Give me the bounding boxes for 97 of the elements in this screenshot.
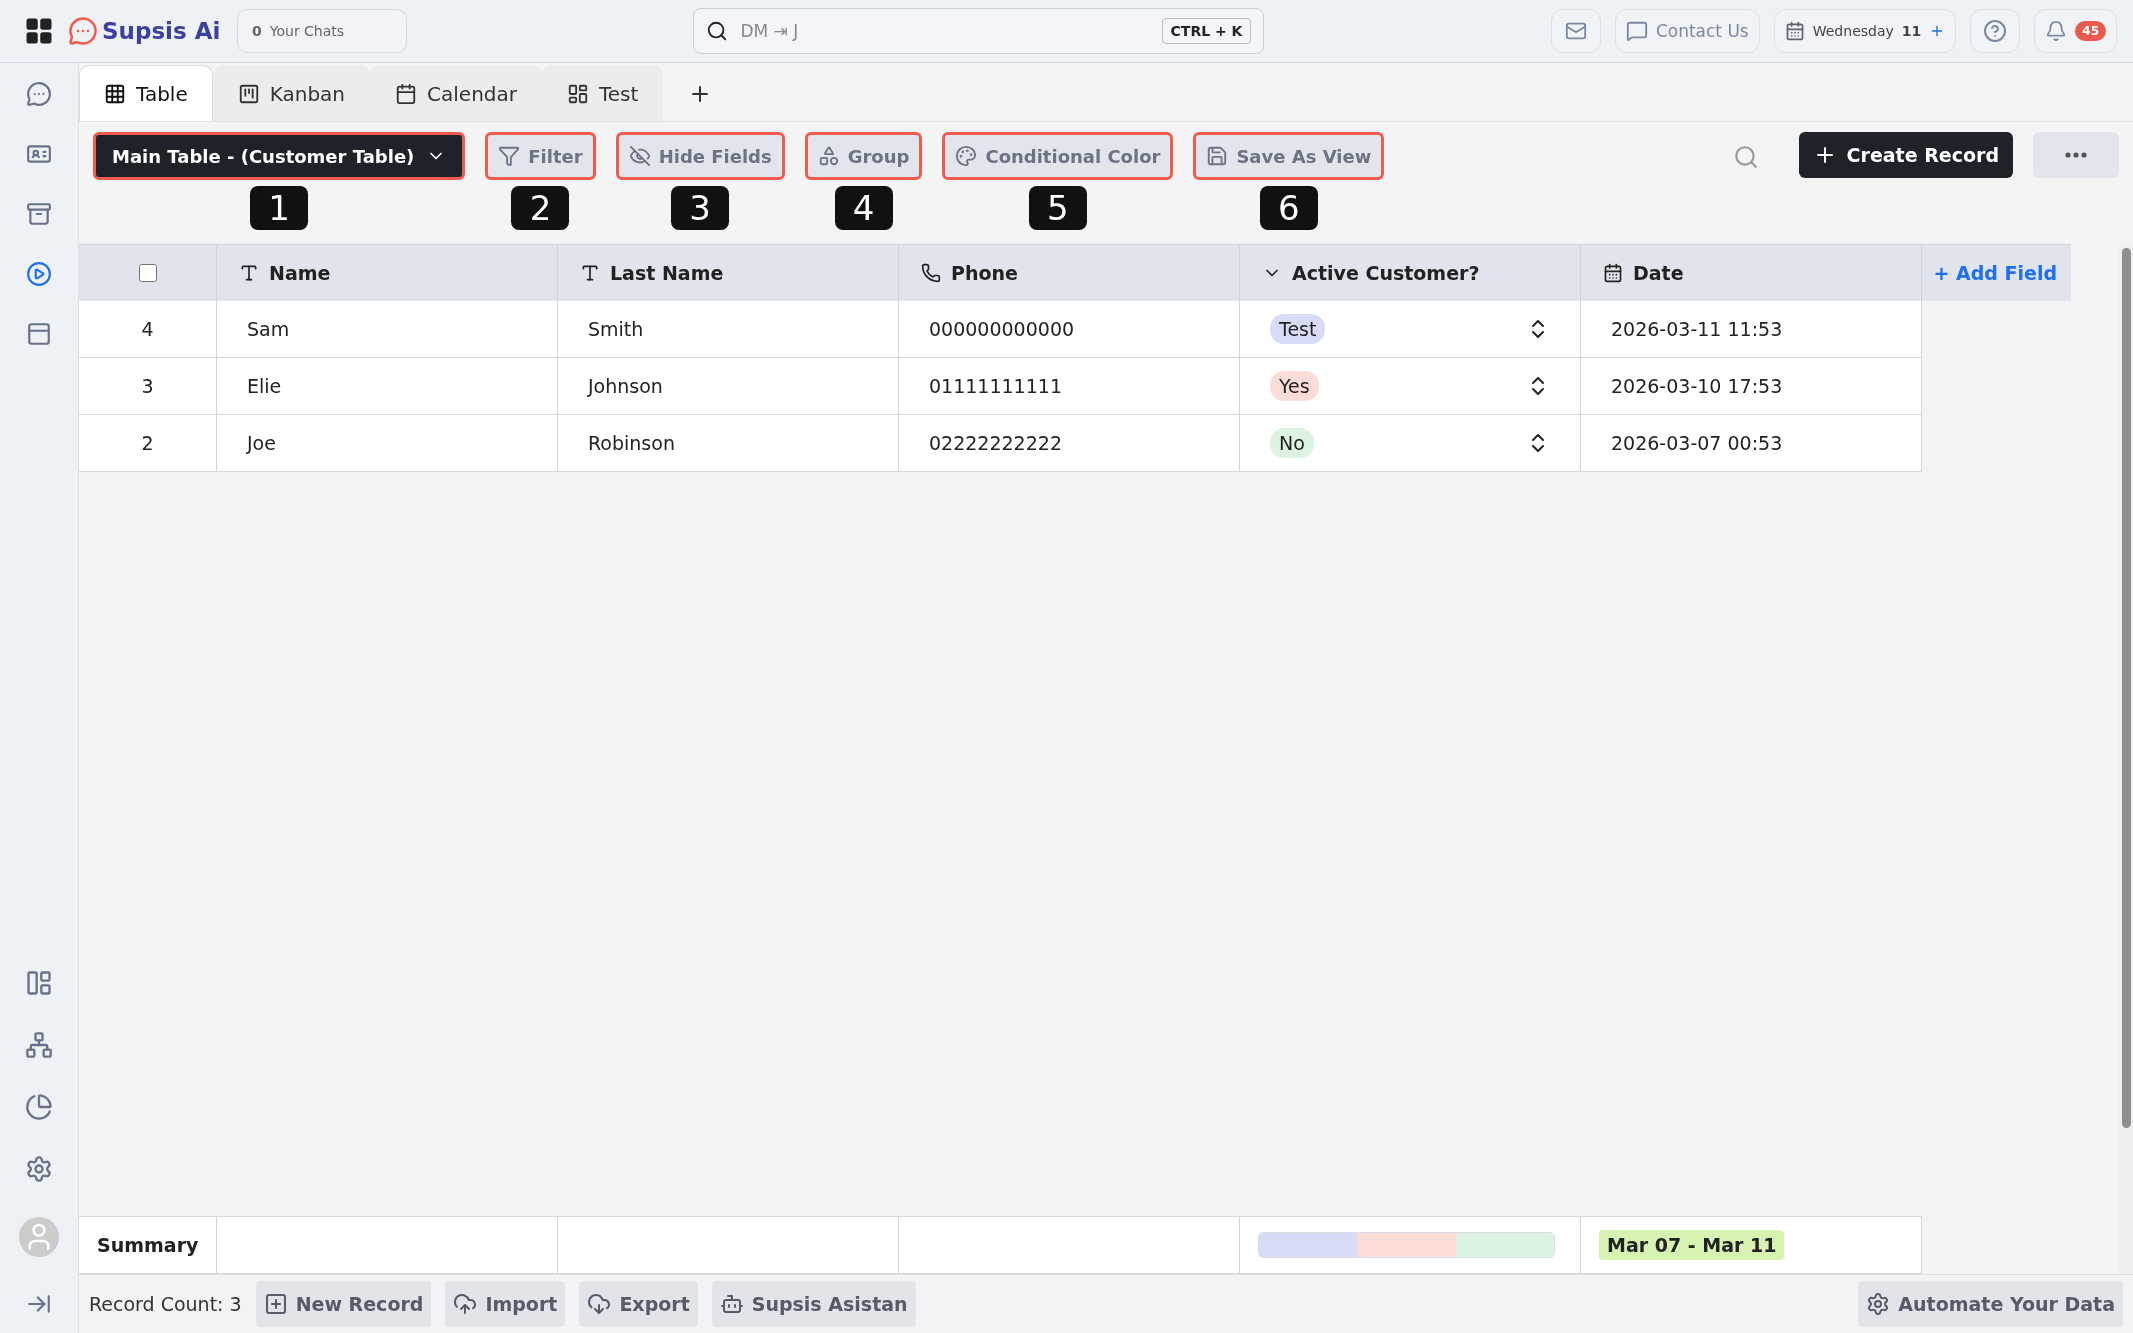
table-cell: Smith — [558, 301, 899, 358]
view-tab[interactable]: Test — [542, 65, 664, 121]
toolbar-button[interactable]: Group — [804, 132, 923, 180]
window-icon[interactable] — [26, 321, 52, 347]
grid-icon — [104, 82, 126, 105]
table-cell: 2026-03-11 11:53 — [1581, 301, 1922, 358]
column-header[interactable]: Name — [217, 244, 558, 301]
view-tab[interactable]: Table — [79, 65, 213, 121]
table-cell: Elie — [217, 358, 558, 415]
table-cell: Sam — [217, 301, 558, 358]
calendar-button[interactable]: Wednesday 11 — [1773, 9, 1957, 53]
date-range: Mar 07 - Mar 11 — [1599, 1230, 1785, 1260]
view-tab[interactable]: Kanban — [212, 65, 371, 121]
notifications-button[interactable]: 45 — [2034, 9, 2117, 53]
step-number: 4 — [834, 186, 893, 230]
view-selector[interactable]: Main Table - (Customer Table) — [93, 132, 466, 180]
footer-button[interactable]: Export — [579, 1281, 698, 1327]
phone-icon — [921, 263, 941, 283]
save-icon — [1206, 145, 1229, 167]
notification-count: 45 — [2075, 21, 2106, 41]
calendar-icon — [1603, 263, 1623, 283]
column-header[interactable]: Phone — [899, 244, 1240, 301]
status-tag: Yes — [1270, 371, 1319, 401]
dashboard-icon — [567, 82, 589, 105]
chat-bubble-icon — [1625, 20, 1648, 42]
column-header[interactable]: Active Customer? — [1240, 244, 1581, 301]
create-record-button[interactable]: Create Record — [1798, 132, 2013, 178]
step-number: 2 — [511, 186, 570, 230]
status-tag: Test — [1270, 314, 1326, 344]
toolbar-button[interactable]: Hide Fields — [615, 132, 785, 180]
play-icon[interactable] — [26, 261, 52, 287]
search-input[interactable]: DM ⇥ J — [738, 20, 1152, 42]
shapes-icon — [817, 145, 840, 167]
column-header[interactable]: Last Name — [558, 244, 899, 301]
search-icon — [706, 20, 729, 42]
text-icon — [239, 263, 259, 283]
kanban-icon — [237, 82, 260, 105]
filter-icon — [498, 145, 521, 167]
table-cell: 2026-03-10 17:53 — [1581, 358, 1922, 415]
help-icon — [1983, 19, 2008, 43]
layout-icon[interactable] — [25, 969, 53, 997]
column-header[interactable]: Date — [1581, 244, 1922, 301]
scrollbar[interactable] — [2121, 248, 2131, 1128]
status-tag: No — [1270, 428, 1314, 458]
footer-button[interactable]: Supsis Asistan — [711, 1281, 916, 1327]
toolbar-button[interactable]: Save As View — [1193, 132, 1385, 180]
table-cell: 01111111111 — [899, 358, 1240, 415]
settings-icon[interactable] — [25, 1155, 53, 1183]
bell-icon — [2045, 20, 2068, 42]
table-cell: Joe — [217, 415, 558, 472]
eye-off-icon — [628, 145, 651, 167]
table-cell: Johnson — [558, 358, 899, 415]
table-cell: 02222222222 — [899, 415, 1240, 472]
upload-cloud-icon — [453, 1292, 478, 1316]
step-number: 3 — [671, 186, 730, 230]
step-number: 6 — [1259, 186, 1318, 230]
search-icon[interactable] — [1732, 144, 1759, 170]
more-icon — [2065, 152, 2087, 158]
palette-icon — [955, 145, 978, 167]
gear-icon — [1866, 1292, 1891, 1316]
toolbar-button[interactable]: Conditional Color — [942, 132, 1174, 180]
logo-text: Supsis Ai — [102, 18, 221, 44]
text-icon — [580, 263, 600, 283]
row-number: 3 — [79, 358, 217, 415]
pie-chart-icon[interactable] — [25, 1093, 53, 1121]
select-all-checkbox[interactable] — [139, 264, 157, 282]
chats-counter[interactable]: 0 Your Chats — [237, 9, 407, 53]
inbox-button[interactable] — [1550, 9, 1601, 53]
toolbar-button[interactable]: Filter — [485, 132, 596, 180]
apps-menu-icon[interactable] — [24, 16, 54, 46]
plus-square-icon — [263, 1292, 288, 1316]
footer-button[interactable]: New Record — [255, 1281, 432, 1327]
calendar-icon — [395, 82, 418, 105]
summary-label: Summary — [79, 1216, 217, 1274]
table-cell: 2026-03-07 00:53 — [1581, 415, 1922, 472]
search-field[interactable]: DM ⇥ J CTRL + K — [693, 8, 1265, 54]
step-number: 5 — [1028, 186, 1087, 230]
table-cell: Robinson — [558, 415, 899, 472]
download-cloud-icon — [587, 1292, 612, 1316]
row-number: 4 — [79, 301, 217, 358]
mail-icon — [1564, 20, 1587, 42]
step-number: 1 — [250, 186, 309, 230]
automate-button[interactable]: Automate Your Data — [1858, 1281, 2123, 1327]
archive-icon[interactable] — [26, 201, 52, 227]
record-count: Record Count: 3 — [89, 1293, 242, 1315]
robot-icon — [719, 1292, 744, 1316]
table-cell: 000000000000 — [899, 301, 1240, 358]
view-tab[interactable]: Calendar — [370, 65, 542, 121]
footer-button[interactable]: Import — [445, 1281, 566, 1327]
calendar-icon — [1784, 21, 1805, 41]
chat-icon[interactable] — [26, 81, 52, 107]
help-button[interactable] — [1970, 9, 2021, 53]
contact-button[interactable]: Contact Us — [1614, 9, 1760, 53]
row-number: 2 — [79, 415, 217, 472]
shortcut-key: CTRL + K — [1161, 18, 1252, 44]
hierarchy-icon[interactable] — [25, 1031, 53, 1059]
logo-icon — [68, 16, 98, 46]
